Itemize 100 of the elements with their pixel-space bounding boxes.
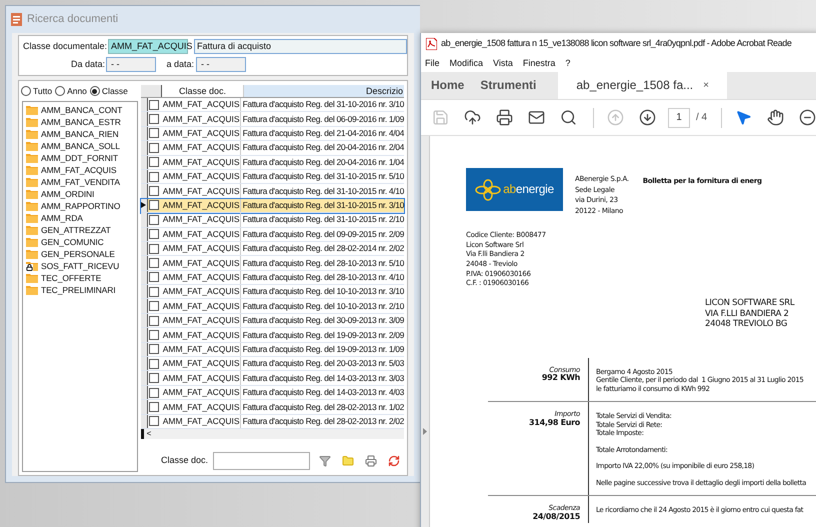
row-checkbox[interactable] [149, 344, 160, 354]
row-indicator[interactable] [141, 386, 148, 400]
row-checkbox[interactable] [149, 272, 160, 282]
class-item[interactable]: AMM_FAT_ACQUIS [41, 164, 116, 176]
class-item[interactable]: AMM_RAPPORTINO [41, 200, 120, 212]
row-checkbox[interactable] [149, 157, 160, 168]
table-row[interactable]: AMM_FAT_ACQUIS Fattura d'acquisto Reg. del 28-10-2013 nr. 4/10 [141, 270, 404, 286]
row-indicator[interactable] [141, 126, 148, 140]
row-indicator[interactable] [141, 328, 148, 342]
row-indicator[interactable] [141, 400, 148, 414]
table-row[interactable]: AMM_FAT_ACQUIS Fattura d'acquisto Reg. del 20-04-2016 nr. 2/04 [141, 141, 404, 156]
row-indicator[interactable] [141, 112, 148, 126]
row-checkbox[interactable] [149, 330, 160, 340]
row-checkbox[interactable] [149, 172, 160, 182]
row-checkbox[interactable] [149, 286, 160, 297]
table-row[interactable]: AMM_FAT_ACQUIS Fattura d'acquisto Reg. del 21-04-2016 nr. 4/04 [141, 126, 404, 142]
table-row[interactable]: AMM_FAT_ACQUIS Fattura d'acquisto Reg. del 28-02-2014 nr. 2/02 [141, 242, 404, 256]
row-indicator[interactable] [141, 285, 148, 298]
row-indicator[interactable] [141, 357, 148, 370]
class-item[interactable]: AMM_BANCA_RIEN [41, 128, 118, 140]
class-item[interactable]: GEN_COMUNIC [41, 236, 104, 248]
menu-item[interactable]: Modifica [450, 56, 484, 70]
refresh-icon[interactable] [388, 454, 400, 467]
row-indicator[interactable] [141, 299, 148, 313]
class-item[interactable]: AMM_DDT_FORNIT [41, 152, 118, 164]
row-indicator[interactable] [141, 170, 148, 184]
row-checkbox[interactable] [149, 388, 160, 398]
row-checkbox[interactable] [149, 316, 160, 326]
row-indicator[interactable] [141, 184, 148, 198]
menu-item[interactable]: Finestra [522, 56, 556, 70]
menu-item[interactable]: ? [565, 56, 570, 70]
to-date-field[interactable]: - - [196, 57, 246, 72]
class-item[interactable]: SOS_FATT_RICEVU [41, 260, 120, 272]
row-indicator[interactable] [141, 256, 148, 270]
class-item[interactable]: GEN_PERSONALE [41, 248, 115, 260]
row-checkbox[interactable] [149, 416, 160, 426]
row-checkbox[interactable] [149, 358, 160, 369]
class-item[interactable]: AMM_ORDINI [41, 188, 94, 200]
radio-option[interactable]: Tutto [21, 84, 52, 98]
menu-item[interactable]: File [425, 56, 440, 70]
row-checkbox[interactable] [149, 301, 160, 312]
row-checkbox[interactable] [149, 244, 160, 254]
row-indicator[interactable] [141, 213, 148, 227]
class-item[interactable]: AMM_RDA [41, 212, 83, 224]
class-item[interactable]: AMM_BANCA_SOLL [41, 140, 120, 152]
table-row[interactable]: AMM_FAT_ACQUIS Fattura d'acquisto Reg. del 06-09-2016 nr. 1/09 [141, 112, 404, 127]
row-checkbox[interactable] [149, 186, 160, 196]
row-indicator[interactable] [141, 270, 148, 284]
table-row[interactable]: AMM_FAT_ACQUIS Fattura d'acquisto Reg. del 31-10-2016 nr. 3/10 [141, 98, 404, 112]
table-row[interactable]: AMM_FAT_ACQUIS Fattura d'acquisto Reg. del 28-02-2013 nr. 1/02 [141, 400, 404, 415]
row-checkbox[interactable] [149, 214, 160, 225]
table-row[interactable]: AMM_FAT_ACQUIS Fattura d'acquisto Reg. del 20-04-2016 nr. 1/04 [141, 156, 404, 170]
class-item[interactable]: GEN_ATTREZZAT [41, 224, 111, 236]
row-indicator[interactable] [141, 414, 148, 428]
row-checkbox[interactable] [149, 229, 160, 240]
row-checkbox[interactable] [149, 100, 160, 110]
row-checkbox[interactable] [149, 114, 160, 124]
class-item[interactable]: AMM_FAT_VENDITA [41, 176, 120, 188]
row-indicator[interactable] [141, 98, 148, 112]
table-row[interactable]: AMM_FAT_ACQUIS Fattura d'acquisto Reg. del 14-03-2013 nr. 3/03 [141, 371, 404, 386]
column-header[interactable]: Descrizio [244, 85, 404, 97]
row-checkbox[interactable] [149, 142, 160, 153]
row-checkbox[interactable] [149, 258, 160, 268]
class-item[interactable]: AMM_BANCA_CONT [41, 104, 122, 116]
row-indicator[interactable] [141, 314, 148, 328]
page-number-field[interactable]: 1 [668, 108, 690, 128]
close-tab-button[interactable]: × [703, 78, 709, 92]
class-item[interactable]: TEC_OFFERTE [41, 272, 102, 284]
scroll-left-button[interactable]: < [144, 430, 154, 438]
tab[interactable]: Home [421, 71, 470, 99]
class-item[interactable]: AMM_BANCA_ESTR [41, 116, 121, 128]
row-checkbox[interactable] [149, 200, 160, 210]
row-checkbox[interactable] [149, 402, 160, 412]
row-indicator[interactable] [141, 156, 148, 169]
table-row[interactable]: AMM_FAT_ACQUIS Fattura d'acquisto Reg. del 31-10-2015 nr. 2/10 [141, 213, 404, 228]
class-filter-field[interactable] [213, 452, 310, 470]
table-row[interactable]: AMM_FAT_ACQUIS Fattura d'acquisto Reg. del 31-10-2015 nr. 5/10 [141, 170, 404, 184]
tab[interactable]: Strumenti [470, 71, 542, 99]
class-name-field[interactable]: Fattura di acquisto [194, 39, 407, 54]
from-date-field[interactable]: - - [106, 57, 156, 72]
table-row[interactable]: AMM_FAT_ACQUIS Fattura d'acquisto Reg. del 10-10-2013 nr. 3/10 [141, 285, 404, 300]
row-checkbox[interactable] [149, 128, 160, 138]
row-indicator[interactable] [141, 228, 148, 241]
tab[interactable]: ab_energie_1508 fa... × [558, 71, 727, 99]
table-row[interactable]: AMM_FAT_ACQUIS Fattura d'acquisto Reg. del 19-09-2013 nr. 1/09 [141, 342, 404, 358]
row-checkbox[interactable] [149, 373, 160, 384]
radio-option[interactable]: Classe [90, 84, 128, 98]
class-item[interactable]: TEC_PRELIMINARI [41, 284, 116, 296]
radio-option[interactable]: Anno [55, 84, 87, 98]
table-row[interactable]: AMM_FAT_ACQUIS Fattura d'acquisto Reg. del 31-10-2015 nr. 3/10 [141, 198, 404, 214]
menu-item[interactable]: Vista [493, 56, 513, 70]
printer-icon[interactable] [365, 454, 378, 467]
table-row[interactable]: AMM_FAT_ACQUIS Fattura d'acquisto Reg. del 19-09-2013 nr. 2/09 [141, 328, 404, 343]
table-row[interactable]: AMM_FAT_ACQUIS Fattura d'acquisto Reg. del 10-10-2013 nr. 2/10 [141, 299, 404, 314]
table-row[interactable]: AMM_FAT_ACQUIS Fattura d'acquisto Reg. del 09-09-2015 nr. 2/09 [141, 228, 404, 242]
table-row[interactable]: AMM_FAT_ACQUIS Fattura d'acquisto Reg. del 14-03-2013 nr. 4/03 [141, 386, 404, 400]
row-indicator[interactable] [141, 342, 148, 356]
row-indicator[interactable] [141, 242, 148, 256]
row-indicator[interactable] [141, 198, 148, 212]
table-row[interactable]: AMM_FAT_ACQUIS Fattura d'acquisto Reg. del 28-10-2013 nr. 5/10 [141, 256, 404, 271]
